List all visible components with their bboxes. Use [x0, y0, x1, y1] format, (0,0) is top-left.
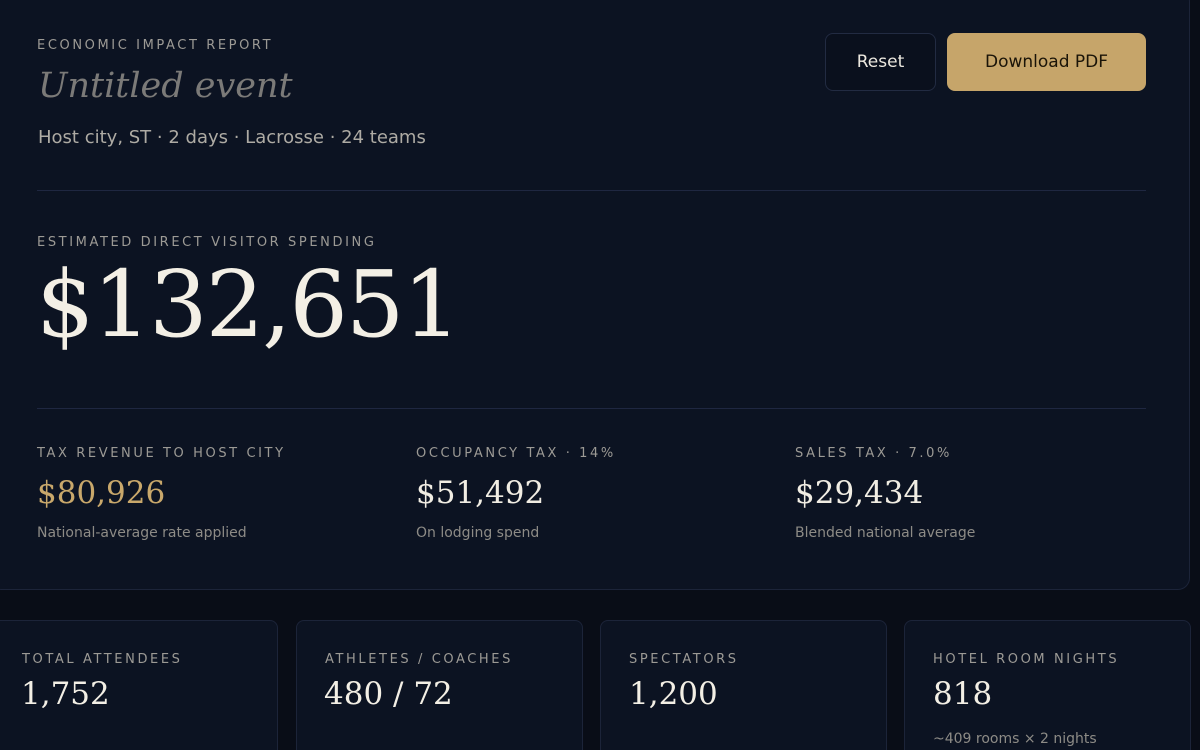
occupancy-tax-block: OCCUPANCY TAX · 14% $51,492 On lodging s…	[416, 446, 616, 541]
event-title[interactable]: Untitled event	[38, 66, 293, 106]
event-meta: Host city, ST · 2 days · Lacrosse · 24 t…	[38, 127, 426, 148]
reset-button[interactable]: Reset	[825, 33, 936, 91]
stat-note-hotel-room-nights: ~409 rooms × 2 nights	[933, 731, 1097, 747]
sales-tax-label: SALES TAX · 7.0%	[795, 446, 952, 461]
stat-label: TOTAL ATTENDEES	[22, 652, 183, 667]
stat-label: ATHLETES / COACHES	[325, 652, 513, 667]
tax-revenue-block: TAX REVENUE TO HOST CITY $80,926 Nationa…	[37, 446, 286, 541]
divider	[37, 190, 1146, 191]
spending-label: ESTIMATED DIRECT VISITOR SPENDING	[37, 235, 377, 250]
divider	[37, 408, 1146, 409]
page: ECONOMIC IMPACT REPORT Untitled event Ho…	[0, 0, 1200, 750]
download-pdf-button[interactable]: Download PDF	[947, 33, 1146, 91]
sales-tax-value: $29,434	[795, 475, 924, 511]
occupancy-tax-label: OCCUPANCY TAX · 14%	[416, 446, 616, 461]
stat-value-total-attendees: 1,752	[21, 676, 110, 712]
stat-value-hotel-room-nights: 818	[933, 676, 993, 712]
occupancy-tax-value: $51,492	[416, 475, 545, 511]
report-eyebrow: ECONOMIC IMPACT REPORT	[37, 38, 274, 53]
tax-revenue-note: National-average rate applied	[37, 525, 247, 541]
spending-value: $132,651	[36, 251, 461, 358]
tax-revenue-value: $80,926	[37, 475, 166, 511]
stat-value-athletes-coaches: 480 / 72	[324, 676, 453, 712]
sales-tax-block: SALES TAX · 7.0% $29,434 Blended nationa…	[795, 446, 975, 541]
stat-value-spectators: 1,200	[629, 676, 718, 712]
tax-revenue-label: TAX REVENUE TO HOST CITY	[37, 446, 286, 461]
stat-label: HOTEL ROOM NIGHTS	[933, 652, 1120, 667]
occupancy-tax-note: On lodging spend	[416, 525, 540, 541]
stat-label: SPECTATORS	[629, 652, 739, 667]
sales-tax-note: Blended national average	[795, 525, 976, 541]
